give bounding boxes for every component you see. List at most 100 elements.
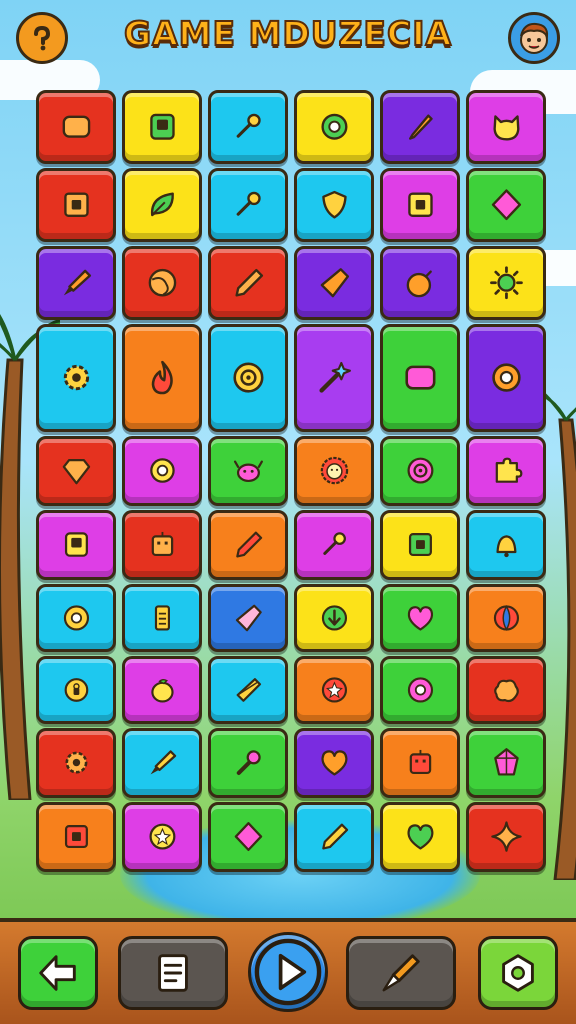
puzzle-icon — [495, 458, 522, 484]
target-icon — [407, 458, 433, 484]
game-tile-frame[interactable] — [36, 168, 116, 242]
game-tile-brush[interactable] — [36, 246, 116, 320]
game-tile-frame[interactable] — [36, 802, 116, 872]
star-icon — [149, 824, 175, 850]
game-tile-star[interactable] — [294, 656, 374, 724]
phone-icon — [149, 113, 175, 141]
heart-icon — [407, 824, 433, 850]
game-tile-gear[interactable] — [36, 728, 116, 798]
settings-button[interactable] — [478, 936, 558, 1010]
lock-icon — [64, 678, 88, 702]
game-tile-pillow[interactable] — [380, 324, 460, 432]
game-tile-lion[interactable] — [294, 436, 374, 506]
game-tile-ring[interactable] — [294, 90, 374, 164]
game-tile-bell[interactable] — [466, 510, 546, 580]
game-tile-battery[interactable] — [122, 584, 202, 652]
lion-icon — [320, 457, 348, 485]
game-tile-diamond[interactable] — [466, 168, 546, 242]
play-button[interactable] — [248, 932, 328, 1012]
game-tile-cat[interactable] — [466, 90, 546, 164]
game-tile-brush[interactable] — [122, 728, 202, 798]
game-tile-berry[interactable] — [122, 656, 202, 724]
game-tile-key[interactable] — [294, 510, 374, 580]
ring-icon — [320, 113, 348, 141]
key-icon — [322, 532, 346, 556]
ring-icon — [491, 363, 521, 393]
game-tile-flame[interactable] — [122, 324, 202, 432]
key-icon — [236, 113, 261, 139]
game-tile-pencil[interactable] — [208, 510, 288, 580]
game-tile-target[interactable] — [380, 436, 460, 506]
game-tile-donut[interactable] — [380, 656, 460, 724]
game-tile-ring[interactable] — [466, 324, 546, 432]
brush-button[interactable] — [346, 936, 456, 1010]
game-tile-pen[interactable] — [380, 90, 460, 164]
flame-icon — [151, 361, 173, 395]
battery-icon — [154, 605, 170, 631]
game-tile-wand[interactable] — [294, 324, 374, 432]
globe-icon — [148, 269, 176, 297]
frame-icon — [64, 825, 88, 849]
game-tile-heart[interactable] — [294, 728, 374, 798]
game-tile-frame[interactable] — [380, 510, 460, 580]
bottom-toolbar — [0, 918, 576, 1024]
game-tile-ring[interactable] — [122, 436, 202, 506]
game-tile-blob[interactable] — [466, 656, 546, 724]
game-tile-puzzle[interactable] — [466, 436, 546, 506]
game-tile-shield[interactable] — [294, 168, 374, 242]
game-tile-pillow[interactable] — [36, 90, 116, 164]
game-tile-lock[interactable] — [36, 656, 116, 724]
game-tile-diamond[interactable] — [208, 802, 288, 872]
game-tile-phone[interactable] — [36, 510, 116, 580]
game-tile-target[interactable] — [208, 324, 288, 432]
game-tile-robot[interactable] — [380, 728, 460, 798]
pencil-icon — [321, 824, 348, 850]
brush-icon — [382, 954, 420, 992]
game-tile-donut[interactable] — [36, 584, 116, 652]
ring-icon — [149, 458, 175, 484]
envelope-icon — [236, 678, 261, 702]
player-avatar[interactable] — [508, 12, 560, 64]
game-tile-robot[interactable] — [122, 510, 202, 580]
game-tile-kite[interactable] — [208, 584, 288, 652]
game-tile-frame[interactable] — [380, 168, 460, 242]
pen-icon — [408, 114, 433, 141]
game-tile-crystal[interactable] — [466, 728, 546, 798]
diamond-icon — [491, 189, 521, 221]
game-tile-crab[interactable] — [208, 436, 288, 506]
sparkle-icon — [490, 821, 522, 853]
play-icon — [254, 938, 322, 1006]
shield-icon — [321, 191, 347, 219]
menu-button[interactable] — [118, 936, 228, 1010]
pillow-icon — [62, 115, 90, 139]
game-tile-heart[interactable] — [380, 802, 460, 872]
game-tile-leaf[interactable] — [122, 168, 202, 242]
donut-icon — [63, 605, 89, 631]
game-tile-gem[interactable] — [36, 436, 116, 506]
game-tile-kite[interactable] — [294, 246, 374, 320]
game-tile-gear[interactable] — [36, 324, 116, 432]
game-tile-star[interactable] — [122, 802, 202, 872]
game-tile-pencil[interactable] — [294, 802, 374, 872]
wrench-icon — [236, 750, 261, 776]
game-tile-wrench[interactable] — [208, 728, 288, 798]
game-tile-globe[interactable] — [122, 246, 202, 320]
pencil-icon — [235, 532, 262, 558]
back-button[interactable] — [18, 936, 98, 1010]
game-tile-sun[interactable] — [466, 246, 546, 320]
game-tile-sparkle[interactable] — [466, 802, 546, 872]
game-tile-key[interactable] — [208, 168, 288, 242]
crystal-icon — [493, 748, 519, 776]
game-tile-bomb[interactable] — [380, 246, 460, 320]
game-tile-pencil[interactable] — [208, 246, 288, 320]
game-tile-phone[interactable] — [122, 90, 202, 164]
pillow-icon — [404, 365, 436, 391]
sun-icon — [489, 266, 523, 300]
game-tile-moon[interactable] — [466, 584, 546, 652]
game-tile-key[interactable] — [208, 90, 288, 164]
heart-icon — [321, 750, 347, 776]
game-tile-heart[interactable] — [380, 584, 460, 652]
game-tile-arrow[interactable] — [294, 584, 374, 652]
leaf-icon — [150, 192, 174, 217]
game-tile-envelope[interactable] — [208, 656, 288, 724]
